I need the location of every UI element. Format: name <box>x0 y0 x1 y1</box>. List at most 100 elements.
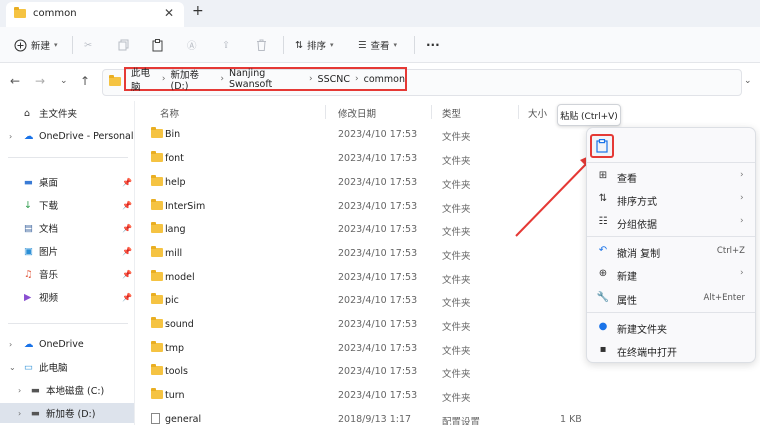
sidebar-item-drive-c[interactable]: › ▬ 本地磁盘 (C:) <box>0 380 134 400</box>
forward-arrow-icon[interactable]: → <box>35 74 45 88</box>
file-row[interactable]: tools 2023/4/10 17:53 文件夹 <box>135 360 585 383</box>
copy-button[interactable] <box>118 27 129 63</box>
file-name: turn <box>165 390 185 401</box>
plus-circle-icon <box>14 39 27 51</box>
paste-button[interactable] <box>590 134 614 158</box>
sidebar-item-downloads[interactable]: ↓ 下载 📌 <box>0 195 134 215</box>
paste-toolbar-button[interactable] <box>152 27 163 63</box>
file-row[interactable]: pic 2023/4/10 17:53 文件夹 <box>135 289 585 312</box>
file-row[interactable]: sound 2023/4/10 17:53 文件夹 <box>135 313 585 336</box>
file-size: 1 KB <box>560 414 582 425</box>
pin-icon[interactable]: 📌 <box>122 178 132 187</box>
breadcrumb-common[interactable]: common <box>364 74 405 85</box>
pin-icon[interactable]: 📌 <box>122 270 132 279</box>
chevron-right-icon[interactable]: › <box>18 409 21 418</box>
file-row[interactable]: general 2018/9/13 1:17 配置设置 1 KB <box>135 408 585 425</box>
up-arrow-icon[interactable]: ↑ <box>80 74 90 88</box>
scissors-icon: ✂ <box>84 39 92 51</box>
chevron-right-icon[interactable]: › <box>18 386 21 395</box>
sidebar-item-pictures[interactable]: ▣ 图片 📌 <box>0 241 134 261</box>
file-date: 2018/9/13 1:17 <box>338 414 412 425</box>
sidebar-item-music[interactable]: ♫ 音乐 📌 <box>0 264 134 284</box>
rename-button[interactable]: Ⓐ <box>187 27 197 63</box>
computer-icon: ▭ <box>24 361 33 373</box>
back-arrow-icon[interactable]: ← <box>10 74 20 88</box>
recent-chevron-icon[interactable]: ⌄ <box>60 76 68 86</box>
tab-common[interactable]: common ✕ <box>6 2 184 27</box>
new-button[interactable]: 新建 ▾ <box>14 27 58 63</box>
chevron-right-icon[interactable]: › <box>162 74 166 84</box>
sort-button[interactable]: ⇅ 排序 ▾ <box>295 27 334 63</box>
sidebar-item-onedrive-personal[interactable]: › ☁ OneDrive - Personal <box>0 126 134 146</box>
close-tab-icon[interactable]: ✕ <box>164 6 174 20</box>
sidebar-item-drive-d[interactable]: › ▬ 新加卷 (D:) <box>0 403 134 423</box>
pin-icon[interactable]: 📌 <box>122 293 132 302</box>
column-header-date[interactable]: 修改日期 <box>338 106 376 120</box>
breadcrumb-sscnc[interactable]: SSCNC <box>318 74 350 85</box>
delete-button[interactable] <box>256 27 267 63</box>
file-row[interactable]: mill 2023/4/10 17:53 文件夹 <box>135 242 585 265</box>
sidebar-item-home[interactable]: ⌂ 主文件夹 <box>0 103 134 123</box>
menu-divider <box>587 312 755 313</box>
folder-icon <box>151 222 163 236</box>
breadcrumb-drive-d[interactable]: 新加卷 (D:) <box>170 67 215 92</box>
file-date: 2023/4/10 17:53 <box>338 343 418 354</box>
file-row[interactable]: tmp 2023/4/10 17:53 文件夹 <box>135 337 585 360</box>
group-icon: ☷ <box>598 216 608 227</box>
menu-item-label: 排序方式 <box>617 197 657 208</box>
menu-item-open-terminal[interactable]: ▪ 在终端中打开 <box>587 339 755 362</box>
file-row[interactable]: model 2023/4/10 17:53 文件夹 <box>135 266 585 289</box>
column-header-type[interactable]: 类型 <box>442 106 461 120</box>
sidebar-item-this-pc[interactable]: ⌄ ▭ 此电脑 <box>0 357 134 377</box>
sort-icon: ⇅ <box>598 193 608 204</box>
menu-item-undo-copy[interactable]: ↶ 撤消 复制 Ctrl+Z <box>587 240 755 263</box>
tab-title: common <box>33 8 77 19</box>
folder-icon <box>151 317 163 331</box>
file-type: 文件夹 <box>442 204 471 215</box>
file-name: pic <box>165 295 179 306</box>
chevron-right-icon[interactable]: › <box>9 132 12 141</box>
file-date: 2023/4/10 17:53 <box>338 153 418 164</box>
new-tab-button[interactable]: + <box>192 3 204 19</box>
chevron-right-icon[interactable]: › <box>309 74 313 84</box>
view-button[interactable]: ☰ 查看 ▾ <box>358 27 397 63</box>
sidebar-item-videos[interactable]: ▶ 视频 📌 <box>0 287 134 307</box>
chevron-right-icon[interactable]: › <box>220 74 224 84</box>
menu-item-properties[interactable]: 🔧 属性 Alt+Enter <box>587 287 755 310</box>
column-header-name[interactable]: 名称 <box>160 106 179 120</box>
menu-item-group[interactable]: ☷ 分组依据 › <box>587 211 755 234</box>
breadcrumb-this-pc[interactable]: 此电脑 <box>131 65 157 93</box>
pin-icon[interactable]: 📌 <box>122 224 132 233</box>
address-dropdown-icon[interactable]: ⌄ <box>744 76 752 86</box>
file-name: help <box>165 177 186 188</box>
column-divider[interactable] <box>518 105 519 119</box>
pin-icon[interactable]: 📌 <box>122 201 132 210</box>
file-row[interactable]: turn 2023/4/10 17:53 文件夹 <box>135 384 585 407</box>
column-header-size[interactable]: 大小 <box>528 106 547 120</box>
share-button[interactable]: ⇪ <box>222 27 230 63</box>
sidebar-item-onedrive[interactable]: › ☁ OneDrive <box>0 334 134 354</box>
cut-button[interactable]: ✂ <box>84 27 92 63</box>
breadcrumb-nanjing-swansoft[interactable]: Nanjing Swansoft <box>229 68 304 90</box>
menu-item-view[interactable]: ⊞ 查看 › <box>587 165 755 188</box>
copy-icon <box>118 39 129 51</box>
view-button-label: 查看 <box>370 41 390 52</box>
menu-item-sort[interactable]: ⇅ 排序方式 › <box>587 188 755 211</box>
file-type: 文件夹 <box>442 275 471 286</box>
sidebar-item-documents[interactable]: ▤ 文档 📌 <box>0 218 134 238</box>
pin-icon[interactable]: 📌 <box>122 247 132 256</box>
sidebar-item-label: 文档 <box>39 224 59 235</box>
chevron-right-icon[interactable]: › <box>355 74 359 84</box>
sidebar-item-label: 音乐 <box>39 270 59 281</box>
more-options-button[interactable]: ··· <box>426 27 440 63</box>
sidebar-item-desktop[interactable]: ▬ 桌面 📌 <box>0 172 134 192</box>
menu-item-new-folder[interactable]: ● 新建文件夹 <box>587 316 755 339</box>
file-type: 文件夹 <box>442 322 471 333</box>
chevron-right-icon[interactable]: › <box>9 340 12 349</box>
divider <box>283 36 284 54</box>
menu-item-new[interactable]: ⊕ 新建 › <box>587 263 755 286</box>
file-name: tools <box>165 366 188 377</box>
column-divider[interactable] <box>325 105 326 119</box>
chevron-down-icon[interactable]: ⌄ <box>9 363 16 372</box>
column-divider[interactable] <box>431 105 432 119</box>
